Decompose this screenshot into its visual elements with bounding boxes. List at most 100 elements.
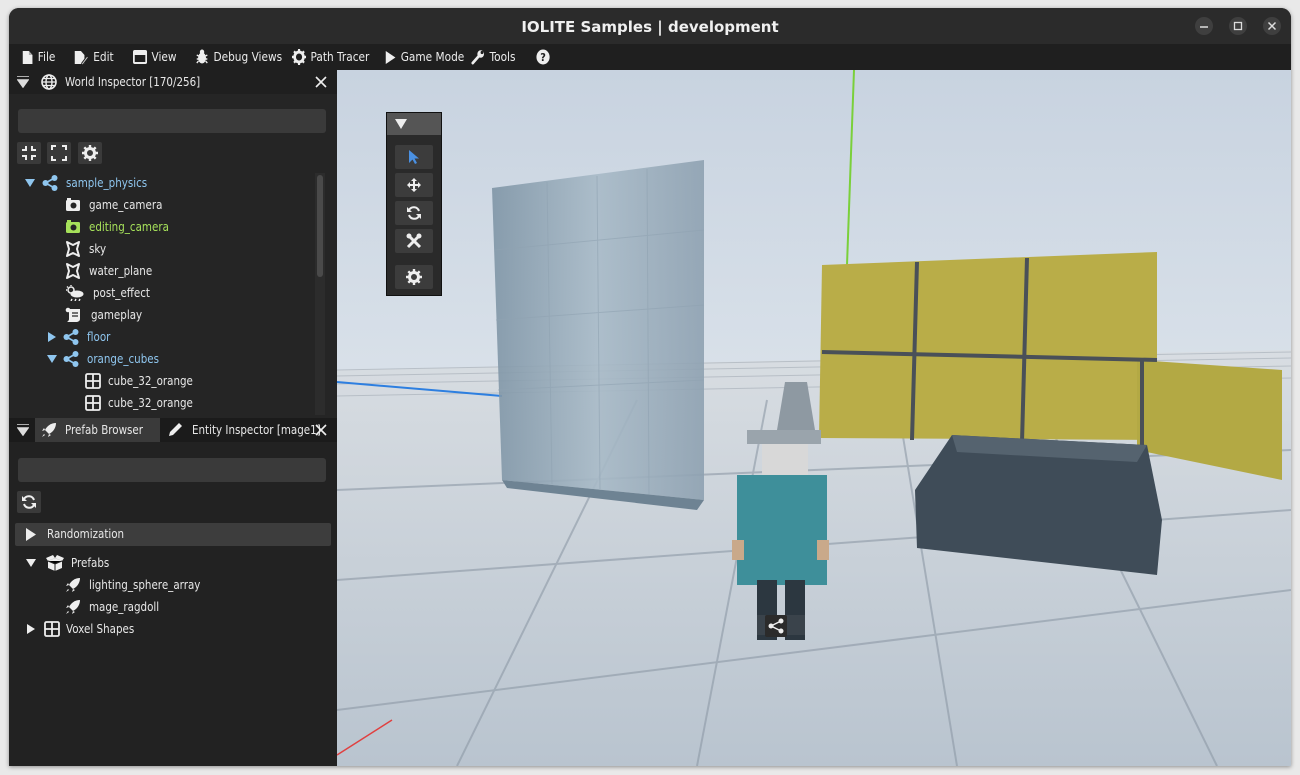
tree-scrollbar[interactable] bbox=[315, 173, 325, 415]
menu-file[interactable]: File bbox=[21, 48, 55, 66]
refresh-button[interactable] bbox=[17, 491, 41, 513]
gear-icon bbox=[406, 269, 422, 285]
rotate-icon bbox=[407, 206, 421, 220]
menu-edit[interactable]: Edit bbox=[73, 48, 114, 66]
collapsed-triangle-icon[interactable] bbox=[47, 332, 57, 342]
bottom-tab-bar: Prefab Browser Entity Inspector [mage1] bbox=[9, 418, 337, 442]
gear-icon bbox=[292, 49, 307, 65]
scrollbar-thumb[interactable] bbox=[317, 175, 323, 277]
expand-all-button[interactable] bbox=[47, 142, 71, 164]
maximize-button[interactable] bbox=[1229, 17, 1247, 35]
minimize-button[interactable] bbox=[1195, 17, 1213, 35]
menu-view[interactable]: View bbox=[133, 48, 177, 66]
box-icon bbox=[46, 555, 64, 571]
close-icon[interactable] bbox=[315, 76, 327, 88]
tree-item-sample-physics[interactable]: sample_physics bbox=[9, 173, 314, 193]
camera-icon bbox=[66, 220, 80, 233]
tree-item-prefabs[interactable]: Prefabs bbox=[9, 553, 329, 573]
rocket-icon bbox=[42, 423, 56, 437]
tree-item-editing-camera[interactable]: editing_camera bbox=[9, 217, 314, 237]
bug-icon bbox=[196, 49, 208, 64]
select-tool-button[interactable] bbox=[395, 145, 433, 169]
weather-icon bbox=[66, 285, 84, 301]
title-bar: IOLITE Samples | development bbox=[9, 8, 1291, 44]
play-icon bbox=[385, 50, 396, 64]
edit-file-icon bbox=[74, 50, 89, 65]
inspector-settings-button[interactable] bbox=[78, 142, 102, 164]
toolbar-collapse-header[interactable] bbox=[387, 113, 441, 135]
plane-icon bbox=[66, 263, 80, 279]
cursor-icon bbox=[409, 150, 419, 164]
refresh-icon bbox=[22, 495, 36, 509]
viewport-settings-button[interactable] bbox=[395, 265, 433, 289]
menu-help[interactable]: ? bbox=[536, 48, 550, 66]
minimize-icon bbox=[1200, 26, 1208, 28]
sky-icon bbox=[66, 241, 80, 257]
move-tool-button[interactable] bbox=[395, 173, 433, 197]
close-icon bbox=[1267, 21, 1277, 31]
tree-item-cube-32-orange[interactable]: cube_32_orange bbox=[9, 371, 314, 391]
move-icon bbox=[407, 178, 421, 192]
window-title: IOLITE Samples | development bbox=[521, 18, 779, 36]
scene-render[interactable] bbox=[337, 70, 1291, 766]
tree-item-water-plane[interactable]: water_plane bbox=[9, 261, 314, 281]
compress-icon bbox=[22, 146, 36, 160]
tree-item-lighting-sphere-array[interactable]: lighting_sphere_array bbox=[9, 575, 329, 595]
tree-item-game-camera[interactable]: game_camera bbox=[9, 195, 314, 215]
expanded-triangle-icon[interactable] bbox=[47, 354, 57, 364]
close-window-button[interactable] bbox=[1263, 17, 1281, 35]
scene-viewport[interactable] bbox=[337, 70, 1291, 766]
voxel-icon bbox=[44, 621, 60, 637]
collapse-triangle-icon[interactable] bbox=[17, 76, 29, 88]
tree-item-mage-ragdoll[interactable]: mage_ragdoll bbox=[9, 597, 329, 617]
expanded-triangle-icon[interactable] bbox=[26, 558, 36, 568]
tree-item-post-effect[interactable]: post_effect bbox=[9, 283, 314, 303]
window-icon bbox=[133, 50, 148, 64]
voxel-icon bbox=[85, 395, 101, 411]
rocket-icon bbox=[66, 578, 80, 592]
tree-item-voxel-shapes[interactable]: Voxel Shapes bbox=[9, 619, 329, 639]
collapse-all-button[interactable] bbox=[17, 142, 41, 164]
tree-item-floor[interactable]: floor bbox=[9, 327, 314, 347]
transform-toolbar bbox=[386, 112, 442, 296]
tools-icon bbox=[406, 233, 422, 249]
world-inspector-panel: World Inspector [170/256] sample_physics… bbox=[9, 70, 337, 418]
tree-item-gameplay[interactable]: gameplay bbox=[9, 305, 314, 325]
svg-text:?: ? bbox=[540, 51, 546, 64]
node-icon bbox=[63, 351, 79, 367]
app-window: IOLITE Samples | development File Edit V… bbox=[9, 8, 1291, 766]
prefab-search-input[interactable] bbox=[18, 458, 326, 482]
collapsed-triangle-icon bbox=[26, 528, 36, 541]
voxel-icon bbox=[85, 373, 101, 389]
menu-path-tracer[interactable]: Path Tracer bbox=[292, 48, 369, 66]
tree-item-orange-cubes[interactable]: orange_cubes bbox=[9, 349, 314, 369]
collapsed-triangle-icon[interactable] bbox=[26, 624, 36, 634]
node-icon bbox=[63, 329, 79, 345]
world-inspector-search-input[interactable] bbox=[18, 109, 326, 133]
globe-icon bbox=[41, 74, 57, 90]
help-icon: ? bbox=[536, 49, 550, 65]
randomization-section-header[interactable]: Randomization bbox=[15, 523, 331, 546]
expanded-triangle-icon[interactable] bbox=[25, 178, 35, 188]
camera-icon bbox=[66, 198, 80, 211]
tab-prefab-browser[interactable]: Prefab Browser bbox=[35, 418, 160, 442]
tree-item-sky[interactable]: sky bbox=[9, 239, 314, 259]
node-icon bbox=[42, 175, 58, 191]
prefab-browser-panel: Prefab Browser Entity Inspector [mage1] … bbox=[9, 418, 337, 766]
menu-debug-views[interactable]: Debug Views bbox=[195, 48, 282, 66]
close-icon[interactable] bbox=[315, 424, 327, 436]
tree-item-cube-32-orange[interactable]: cube_32_orange bbox=[9, 393, 314, 413]
rotate-tool-button[interactable] bbox=[395, 201, 433, 225]
wrench-icon bbox=[471, 50, 485, 65]
script-icon bbox=[65, 307, 80, 322]
world-inspector-title: World Inspector [170/256] bbox=[65, 75, 201, 89]
maximize-icon bbox=[1233, 21, 1243, 31]
tab-entity-inspector[interactable]: Entity Inspector [mage1] bbox=[162, 418, 321, 442]
menu-tools[interactable]: Tools bbox=[471, 48, 515, 66]
gear-icon bbox=[82, 145, 98, 161]
expand-icon bbox=[51, 145, 67, 161]
menu-game-mode[interactable]: Game Mode bbox=[384, 48, 464, 66]
tools-button[interactable] bbox=[395, 229, 433, 253]
collapse-triangle-icon[interactable] bbox=[17, 424, 29, 436]
menu-bar: File Edit View Debug Views Path Tracer G… bbox=[9, 44, 1291, 70]
